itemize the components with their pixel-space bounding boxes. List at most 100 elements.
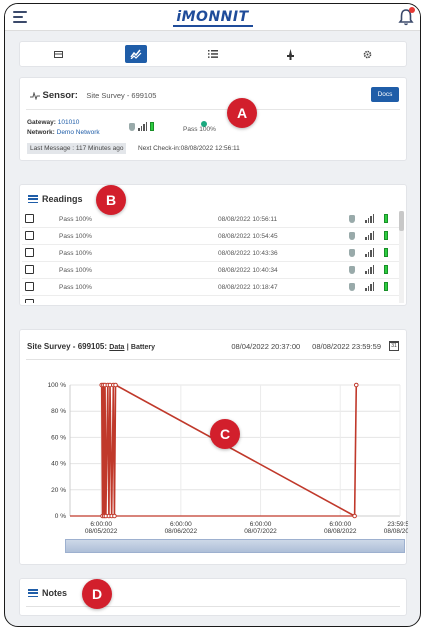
calendar-icon[interactable]: 31 xyxy=(389,341,399,351)
top-bar: iMONNIT xyxy=(5,4,420,31)
x-tick-time: 6:00:00 xyxy=(250,521,272,528)
sensor-header: Sensor: Site Survey - 699105 xyxy=(30,90,156,101)
data-link[interactable]: Data xyxy=(109,344,124,351)
reading-row[interactable]: Pass 100% 08/08/2022 10:40:34 xyxy=(22,262,400,279)
reading-status: Pass 100% xyxy=(59,284,92,291)
reading-icons xyxy=(349,282,388,291)
tab-chart[interactable] xyxy=(124,45,147,63)
battery-icon xyxy=(384,282,388,291)
marker-d: D xyxy=(82,579,112,609)
last-message: Last Message : 117 Minutes ago xyxy=(27,143,127,154)
y-tick-label: 40 % xyxy=(51,461,66,468)
signal-icon xyxy=(365,282,374,291)
shield-icon xyxy=(349,283,355,291)
reading-row[interactable]: Pass 100% 08/08/2022 10:43:36 xyxy=(22,245,400,262)
battery-icon xyxy=(150,122,154,131)
next-checkin: Next Check-in:08/08/2022 12:56:11 xyxy=(138,145,240,152)
reading-date: 08/08/2022 10:54:45 xyxy=(218,233,278,240)
readings-card: Readings B Pass 100% 08/08/2022 10:56:11 P… xyxy=(19,184,407,306)
line-chart: 100 %80 %60 %40 %20 %0 %6:00:0008/05/202… xyxy=(48,382,408,535)
network-link[interactable]: Demo Network xyxy=(57,129,100,136)
marker-a: A xyxy=(227,98,257,128)
tab-sensor-card[interactable] xyxy=(48,45,70,63)
reading-row[interactable]: Pass 100% 08/08/2022 10:54:45 xyxy=(22,228,400,245)
pulse-icon xyxy=(30,90,40,101)
readings-scrollbar[interactable] xyxy=(399,211,404,303)
divider xyxy=(26,359,400,360)
chart-navigator[interactable] xyxy=(65,539,405,553)
chart-icon xyxy=(130,49,142,59)
link-separator: | xyxy=(126,344,129,351)
shield-icon xyxy=(349,232,355,240)
series-line xyxy=(100,383,358,518)
list-icon xyxy=(207,50,218,58)
list-icon xyxy=(28,195,38,203)
note-icon[interactable] xyxy=(25,299,34,303)
note-icon[interactable] xyxy=(25,248,34,257)
battery-icon xyxy=(384,265,388,274)
notes-title-text: Notes xyxy=(42,588,68,598)
reading-icons xyxy=(349,248,388,257)
bell-icon[interactable] xyxy=(398,7,415,26)
gateway-label: Gateway: xyxy=(27,119,56,126)
shield-icon xyxy=(349,215,355,223)
sensor-label: Sensor: xyxy=(42,90,78,101)
tab-alert[interactable] xyxy=(279,45,301,63)
network-row: Network: Demo Network xyxy=(27,129,100,136)
signal-icon xyxy=(365,265,374,274)
reading-date: 08/08/2022 10:43:36 xyxy=(218,250,278,257)
chart-end-date[interactable]: 08/08/2022 23:59:59 xyxy=(312,342,381,351)
battery-icon xyxy=(384,231,388,240)
docs-button[interactable]: Docs xyxy=(371,87,399,102)
reading-status: Pass 100% xyxy=(59,233,92,240)
chart-date-range: 08/04/2022 20:37:00 08/08/2022 23:59:59 xyxy=(231,342,381,351)
battery-icon xyxy=(384,248,388,257)
readings-title: Readings xyxy=(28,194,83,204)
alert-icon xyxy=(286,48,294,60)
notification-dot xyxy=(409,7,415,13)
signal-icon xyxy=(365,248,374,257)
chart-start-date[interactable]: 08/04/2022 20:37:00 xyxy=(231,342,300,351)
notes-title: Notes xyxy=(28,588,67,598)
signal-icon xyxy=(365,214,374,223)
reading-icons xyxy=(349,265,388,274)
shield-icon xyxy=(349,266,355,274)
tab-settings[interactable] xyxy=(356,45,378,63)
note-icon[interactable] xyxy=(25,214,34,223)
battery-link[interactable]: Battery xyxy=(131,344,155,351)
note-icon[interactable] xyxy=(25,231,34,240)
reading-status: Pass 100% xyxy=(59,267,92,274)
chart-card: Site Survey - 699105: Data | Battery 08/… xyxy=(19,329,408,565)
tab-list[interactable] xyxy=(202,45,224,63)
x-tick-date: 08/05/2022 xyxy=(85,528,118,535)
readings-title-text: Readings xyxy=(42,194,83,204)
shield-icon xyxy=(129,123,135,131)
chart-title: Site Survey - 699105: xyxy=(27,342,108,351)
divider xyxy=(26,109,400,110)
readings-list[interactable]: Pass 100% 08/08/2022 10:56:11 Pass 100% 08/… xyxy=(22,211,400,303)
divider xyxy=(26,606,400,607)
gateway-row: Gateway: 101010 xyxy=(27,119,79,126)
app-frame: iMONNIT Sensor: Site Survey - 699105 Doc… xyxy=(4,3,421,627)
y-tick-label: 80 % xyxy=(51,408,66,415)
x-tick-time: 23:59:59 xyxy=(387,521,408,528)
reading-icons xyxy=(349,214,388,223)
reading-icons xyxy=(349,231,388,240)
data-point xyxy=(113,382,118,388)
reading-row[interactable]: Pass 100% 08/08/2022 10:18:47 xyxy=(22,279,400,296)
list-icon xyxy=(28,589,38,597)
reading-row-partial[interactable] xyxy=(22,296,400,303)
gateway-link[interactable]: 101010 xyxy=(58,119,80,126)
note-icon[interactable] xyxy=(25,265,34,274)
marker-c: C xyxy=(210,419,240,449)
y-tick-label: 100 % xyxy=(48,382,67,389)
reading-row[interactable]: Pass 100% 08/08/2022 10:56:11 xyxy=(22,211,400,228)
logo: iMONNIT xyxy=(5,9,420,27)
logo-text: iMONNIT xyxy=(176,9,249,25)
reading-date: 08/08/2022 10:18:47 xyxy=(218,284,278,291)
data-point xyxy=(352,513,357,519)
sensor-status-icons xyxy=(129,122,154,131)
note-icon[interactable] xyxy=(25,282,34,291)
chart-header: Site Survey - 699105: Data | Battery xyxy=(27,342,155,351)
signal-icon xyxy=(138,122,147,131)
